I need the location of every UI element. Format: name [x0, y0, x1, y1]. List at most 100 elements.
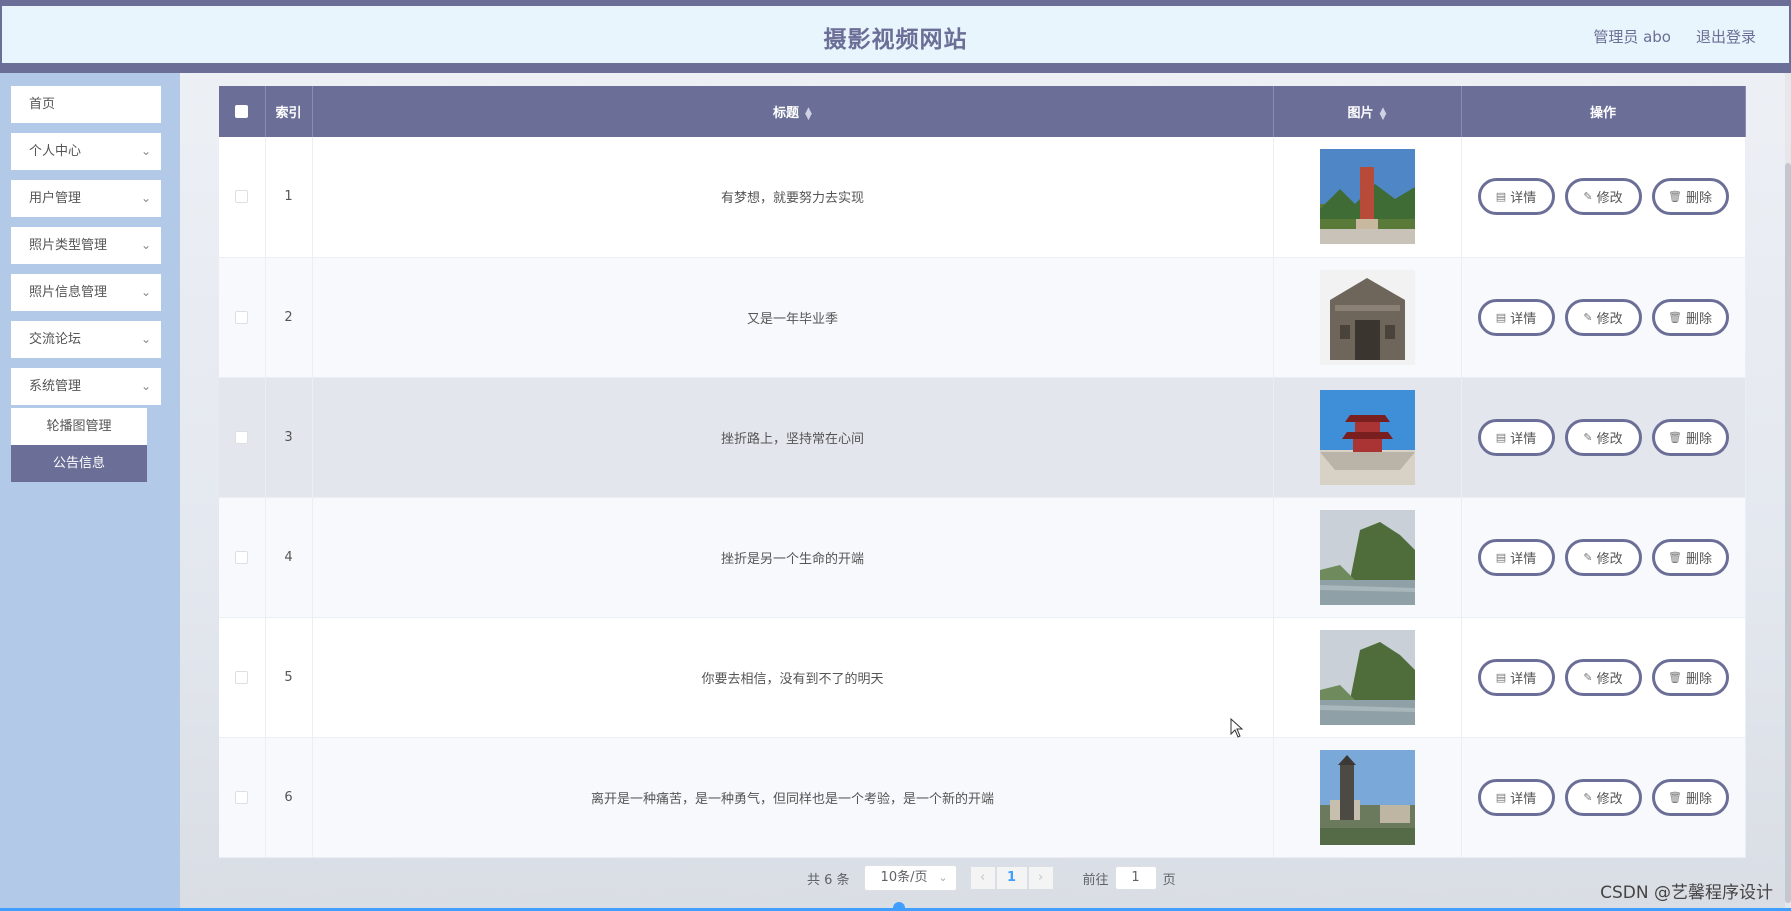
sort-icon[interactable]: ▲ ▼: [1380, 106, 1387, 121]
sidebar-item-label: 系统管理: [29, 379, 82, 394]
row-checkbox[interactable]: [235, 190, 249, 204]
chevron-down-icon: ⌄: [140, 191, 151, 205]
row-title: 有梦想，就要努力去实现: [312, 137, 1274, 258]
column-header-image[interactable]: 图片 ▲ ▼: [1273, 86, 1462, 137]
sidebar-item-user-management[interactable]: 用户管理 ⌄: [11, 180, 161, 217]
prev-page-button[interactable]: ‹: [970, 867, 995, 889]
sidebar-item-label: 交流论坛: [29, 332, 82, 347]
trash-icon: 🗑: [1668, 190, 1682, 204]
column-header-actions: 操作: [1461, 86, 1746, 137]
detail-button-label: 详情: [1510, 191, 1537, 207]
row-checkbox[interactable]: [235, 430, 249, 444]
edit-button[interactable]: ✎ 修改: [1564, 298, 1642, 336]
sidebar-item-personal-center[interactable]: 个人中心 ⌄: [11, 133, 161, 170]
column-header-index: 索引: [265, 86, 313, 137]
trash-icon: 🗑: [1668, 430, 1682, 444]
temple-photo[interactable]: [1319, 149, 1415, 245]
chevron-down-icon: ⌄: [140, 285, 151, 299]
detail-button[interactable]: ▤ 详情: [1477, 658, 1555, 696]
goto-suffix: 页: [1162, 872, 1176, 888]
edit-button[interactable]: ✎ 修改: [1564, 778, 1642, 816]
column-header-title[interactable]: 标题 ▲ ▼: [312, 86, 1274, 137]
row-checkbox[interactable]: [235, 670, 249, 684]
edit-button-label: 修改: [1596, 791, 1623, 807]
chevron-down-icon: ⌄: [140, 238, 151, 252]
delete-button[interactable]: 🗑 删除: [1651, 658, 1729, 696]
row-index: 5: [265, 617, 313, 738]
next-page-button[interactable]: ›: [1028, 867, 1053, 889]
table-header-row: 索引 标题 ▲ ▼ 图片 ▲ ▼ 操作: [219, 86, 1746, 137]
select-all-cell: [219, 86, 266, 137]
pagination: 共 6 条 10条/页 ⌄ ‹ 1 › 前往 1 页: [807, 864, 1176, 892]
monument-photo[interactable]: [1319, 749, 1415, 845]
sidebar-item-system-management[interactable]: 系统管理 ⌄: [11, 368, 161, 405]
delete-button[interactable]: 🗑 删除: [1651, 778, 1729, 816]
delete-button-label: 删除: [1685, 191, 1712, 207]
mouse-cursor-icon: [1230, 718, 1244, 738]
row-index: 2: [265, 257, 313, 378]
page-size-select[interactable]: 10条/页 ⌄: [863, 865, 957, 891]
table-row[interactable]: 6 离开是一种痛苦，是一种勇气，但同样也是一个考验，是一个新的开端 ▤ 详情 ✎ 修改 🗑 删…: [219, 737, 1746, 858]
pencil-icon: ✎: [1583, 190, 1593, 204]
edit-button[interactable]: ✎ 修改: [1564, 538, 1642, 576]
row-checkbox[interactable]: [235, 550, 249, 564]
detail-button-label: 详情: [1510, 551, 1537, 567]
submenu-item-carousel[interactable]: 轮播图管理: [11, 408, 147, 445]
row-actions-cell: ▤ 详情 ✎ 修改 🗑 删除: [1461, 257, 1746, 378]
pencil-icon: ✎: [1583, 790, 1593, 804]
row-checkbox[interactable]: [235, 310, 249, 324]
delete-button-label: 删除: [1685, 791, 1712, 807]
delete-button[interactable]: 🗑 删除: [1651, 298, 1729, 336]
page-number-current[interactable]: 1: [996, 867, 1027, 889]
sort-icon[interactable]: ▲ ▼: [805, 106, 812, 121]
trash-icon: 🗑: [1668, 310, 1682, 324]
header-divider: [0, 65, 1791, 73]
pagoda-photo[interactable]: [1319, 389, 1415, 485]
row-actions-cell: ▤ 详情 ✎ 修改 🗑 删除: [1461, 377, 1746, 498]
delete-button-label: 删除: [1685, 311, 1712, 327]
detail-button-label: 详情: [1510, 671, 1537, 687]
sidebar: 首页 个人中心 ⌄ 用户管理 ⌄ 照片类型管理 ⌄ 照片信息管理 ⌄ 交流论坛 …: [0, 73, 180, 911]
page-scrollbar[interactable]: [1785, 73, 1791, 911]
detail-button[interactable]: ▤ 详情: [1477, 538, 1555, 576]
detail-button[interactable]: ▤ 详情: [1477, 778, 1555, 816]
delete-button[interactable]: 🗑 删除: [1651, 418, 1729, 456]
scrollbar-thumb[interactable]: [1785, 163, 1791, 903]
table-row[interactable]: 3 挫折路上，坚持常在心间 ▤ 详情 ✎ 修改 🗑 删除: [219, 377, 1746, 498]
edit-button[interactable]: ✎ 修改: [1564, 658, 1642, 696]
trash-icon: 🗑: [1668, 550, 1682, 564]
table-row[interactable]: 1 有梦想，就要努力去实现 ▤ 详情 ✎ 修改 🗑 删除: [219, 137, 1746, 258]
table-row[interactable]: 2 又是一年毕业季 ▤ 详情 ✎ 修改 🗑 删除: [219, 257, 1746, 378]
delete-button[interactable]: 🗑 删除: [1651, 538, 1729, 576]
submenu-item-announcement[interactable]: 公告信息: [11, 445, 147, 482]
sidebar-item-photo-type-management[interactable]: 照片类型管理 ⌄: [11, 227, 161, 264]
row-select-cell: [219, 257, 266, 378]
sidebar-item-photo-info-management[interactable]: 照片信息管理 ⌄: [11, 274, 161, 311]
river-hill-photo[interactable]: [1319, 629, 1415, 725]
row-select-cell: [219, 497, 266, 618]
detail-button[interactable]: ▤ 详情: [1477, 298, 1555, 336]
edit-button[interactable]: ✎ 修改: [1564, 418, 1642, 456]
select-all-checkbox[interactable]: [235, 105, 249, 118]
pencil-icon: ✎: [1583, 550, 1593, 564]
row-index: 6: [265, 737, 313, 858]
sidebar-item-forum[interactable]: 交流论坛 ⌄: [11, 321, 161, 358]
row-checkbox[interactable]: [235, 790, 249, 804]
row-title: 你要去相信，没有到不了的明天: [312, 617, 1274, 738]
old-gate-photo[interactable]: [1319, 269, 1415, 365]
pencil-icon: ✎: [1583, 430, 1593, 444]
row-select-cell: [219, 737, 266, 858]
row-select-cell: [219, 137, 266, 258]
row-index: 1: [265, 137, 313, 258]
goto-page-input[interactable]: 1: [1114, 866, 1157, 890]
row-select-cell: [219, 617, 266, 738]
detail-button[interactable]: ▤ 详情: [1477, 178, 1555, 216]
table-row[interactable]: 4 挫折是另一个生命的开端 ▤ 详情 ✎ 修改 🗑 删除: [219, 497, 1746, 618]
table-row[interactable]: 5 你要去相信，没有到不了的明天 ▤ 详情 ✎ 修改 🗑 删除: [219, 617, 1746, 738]
edit-button[interactable]: ✎ 修改: [1564, 178, 1642, 216]
delete-button[interactable]: 🗑 删除: [1651, 178, 1729, 216]
sidebar-item-home[interactable]: 首页: [11, 86, 161, 123]
river-hill-photo[interactable]: [1319, 509, 1415, 605]
detail-button[interactable]: ▤ 详情: [1477, 418, 1555, 456]
logout-link[interactable]: 退出登录: [1696, 26, 1756, 47]
